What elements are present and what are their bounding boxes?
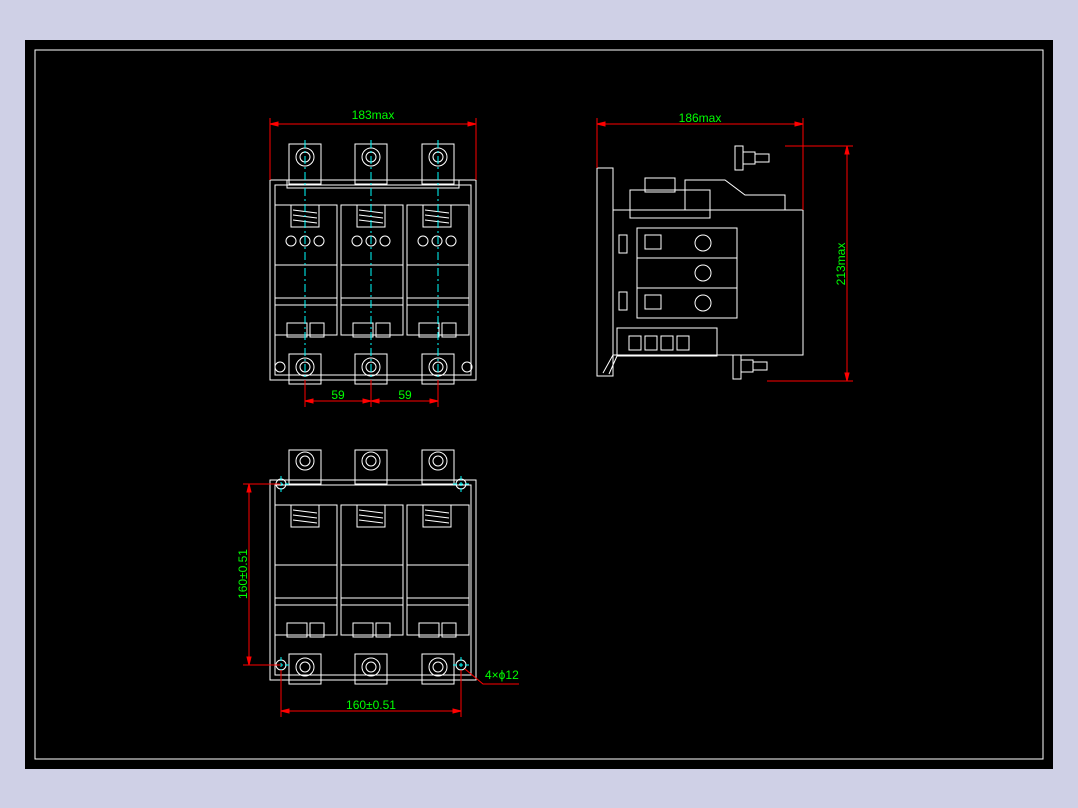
mount-width-label: 160±0.51	[346, 698, 396, 712]
mounting-holes	[275, 478, 467, 671]
side-height-label: 213max	[834, 243, 848, 286]
side-view: 186max 213max	[596, 111, 853, 382]
front-poles	[274, 204, 470, 338]
hole-note-label: 4×ϕ12	[485, 668, 519, 682]
side-width-label: 186max	[679, 111, 722, 125]
cad-drawing: 183max 59 59 186max 213max 160±0.51 160±…	[34, 49, 1044, 760]
rear-view: 160±0.51 160±0.51 4×ϕ12	[236, 449, 519, 717]
mount-height-label: 160±0.51	[236, 549, 250, 599]
front-width-label: 183max	[352, 108, 395, 122]
pitch-right-label: 59	[398, 388, 412, 402]
front-centerlines	[304, 140, 439, 400]
side-body	[612, 209, 804, 356]
side-mount-plate	[596, 167, 614, 377]
drawing-sheet: 183max 59 59 186max 213max 160±0.51 160±…	[25, 40, 1053, 769]
side-width-dimension	[596, 118, 804, 210]
sheet-border	[34, 49, 1044, 760]
front-view: 183max 59 59	[269, 108, 477, 407]
hole-centerlines	[273, 476, 469, 673]
pitch-dimension	[304, 380, 439, 407]
front-body-outline	[269, 179, 477, 381]
pitch-left-label: 59	[331, 388, 345, 402]
